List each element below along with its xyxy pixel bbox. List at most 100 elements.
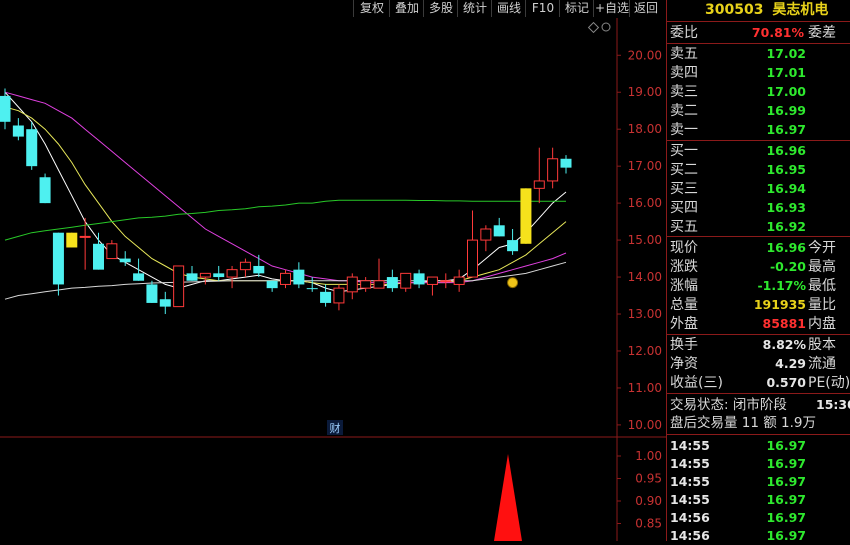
candle-body [52, 232, 64, 285]
candle-body [547, 158, 559, 182]
y-tick-label: 15.00 [628, 233, 662, 247]
candle-body [239, 261, 251, 271]
stat-label: 净资 [670, 356, 698, 372]
signal-spike [494, 454, 522, 541]
tick-time: 14:55 [670, 456, 710, 471]
candle-body [373, 280, 385, 289]
bid-label: 买五 [670, 219, 698, 235]
quote-value: 85881 [762, 316, 807, 331]
candle-body [79, 235, 91, 238]
stat-label: 换手 [670, 337, 698, 353]
y-tick-label: 18.00 [628, 122, 662, 136]
tick-price: 16.97 [766, 492, 806, 507]
ask-label: 卖四 [670, 65, 698, 81]
lower-y-tick-label: 0.90 [635, 494, 662, 508]
quote-row: 涨幅 -1.17% 最低 [670, 277, 850, 295]
candle-body [386, 277, 398, 289]
bid-label: 买三 [670, 181, 698, 197]
toolbar-button-1[interactable]: 叠加 [389, 0, 424, 17]
kline-svg[interactable]: 20.00 19.00 18.00 17.00 16.00 15.00 14.00 13.00… [0, 18, 666, 545]
bid-value: 16.92 [766, 219, 806, 234]
tick-row: 14:55 16.97 [670, 437, 850, 455]
coin-marker-icon [507, 277, 519, 289]
toolbar-button-6[interactable]: 标记 [559, 0, 594, 17]
candle-body [400, 272, 412, 289]
ask-value: 17.01 [766, 65, 806, 80]
moving-average-line [4, 91, 567, 284]
quote-value: 191935 [753, 297, 806, 312]
toolbar: 复权 叠加 多股 统计 画线 F10 标记 +自选 返回 [0, 0, 666, 18]
quote-row: 现价 16.96 今开 [670, 239, 850, 257]
ask-label: 卖一 [670, 122, 698, 138]
y-tick-label: 11.00 [628, 381, 662, 395]
toolbar-button-3[interactable]: 统计 [457, 0, 492, 17]
candle-body [520, 188, 532, 244]
stat-right-label: PE(动) [808, 375, 850, 391]
y-tick-label: 14.00 [628, 270, 662, 284]
quote-label: 涨跌 [670, 259, 698, 275]
moving-average-line [4, 106, 567, 285]
toolbar-button-0[interactable]: 复权 [353, 0, 390, 17]
candle-body [12, 125, 24, 137]
tick-row: 14:55 16.97 [670, 473, 850, 491]
candle-body [66, 232, 78, 248]
bid-value: 16.93 [766, 200, 806, 215]
diamond-icon [587, 21, 600, 34]
stock-name: 昊志机电 [772, 2, 829, 18]
tick-row: 14:56 16.97 [670, 509, 850, 527]
toolbar-button-7[interactable]: +自选 [593, 0, 630, 17]
quote-label: 涨幅 [670, 278, 698, 294]
tick-price: 16.97 [766, 510, 806, 525]
lower-y-tick-label: 1.00 [635, 449, 662, 463]
quote-right-label: 今开 [808, 240, 836, 256]
toolbar-button-5[interactable]: F10 [525, 0, 560, 17]
candle-body [453, 276, 465, 285]
quote-row: 总量 191935 量比 [670, 296, 850, 314]
y-tick-label: 12.00 [628, 344, 662, 358]
kline-chart[interactable]: 20.00 19.00 18.00 17.00 16.00 15.00 14.00 13.00… [0, 18, 666, 545]
stat-value: 0.570 [766, 375, 806, 390]
stock-code: 300503 [705, 2, 764, 18]
ask-label: 卖三 [670, 84, 698, 100]
candle-body [293, 269, 305, 285]
candle-body [186, 273, 198, 281]
y-tick-label: 10.00 [628, 418, 662, 432]
y-tick-label: 17.00 [628, 159, 662, 173]
stat-value: 8.82% [762, 337, 806, 352]
candle-body [213, 273, 225, 278]
candle-body [440, 280, 452, 283]
stat-value: 4.29 [775, 356, 806, 371]
candle-body [173, 265, 185, 308]
tick-time: 14:55 [670, 474, 710, 489]
quote-right-label: 最低 [808, 278, 836, 294]
toolbar-button-8[interactable]: 返回 [629, 0, 662, 17]
tick-time: 14:55 [670, 492, 710, 507]
ask-row: 卖三 17.00 [670, 83, 850, 101]
moving-average-line [4, 91, 567, 293]
quote-row: 外盘 85881 内盘 [670, 315, 850, 333]
candle-body [467, 239, 478, 278]
tick-row: 14:55 16.97 [670, 455, 850, 473]
tick-price: 16.97 [766, 528, 806, 543]
stat-right-label: 流通 [808, 356, 836, 372]
quote-value: -1.17% [757, 278, 806, 293]
ratio-label: 委比 [670, 25, 698, 41]
candle-body [320, 291, 332, 303]
candle-body [360, 280, 372, 289]
quote-right-label: 内盘 [808, 316, 836, 332]
toolbar-button-4[interactable]: 画线 [491, 0, 526, 17]
candle-body [159, 299, 171, 307]
candle-body [346, 276, 358, 293]
quote-right-label: 量比 [808, 297, 836, 313]
y-tick-label: 20.00 [628, 48, 662, 62]
ask-label: 卖五 [670, 46, 698, 62]
trade-status: 交易状态: 闭市阶段 [670, 397, 787, 413]
trade-status-time: 15:30: [816, 397, 850, 412]
settings-icon [601, 22, 611, 32]
stat-row: 收益(三) 0.570 PE(动) [670, 374, 850, 392]
toolbar-button-2[interactable]: 多股 [423, 0, 458, 17]
quote-panel: 300503 昊志机电 委比 70.81% 委差 卖五 17.02 卖四 17.01 卖… [666, 0, 850, 543]
quote-label: 现价 [670, 240, 698, 256]
ask-value: 17.02 [766, 46, 806, 61]
stat-row: 换手 8.82% 股本 [670, 336, 850, 354]
